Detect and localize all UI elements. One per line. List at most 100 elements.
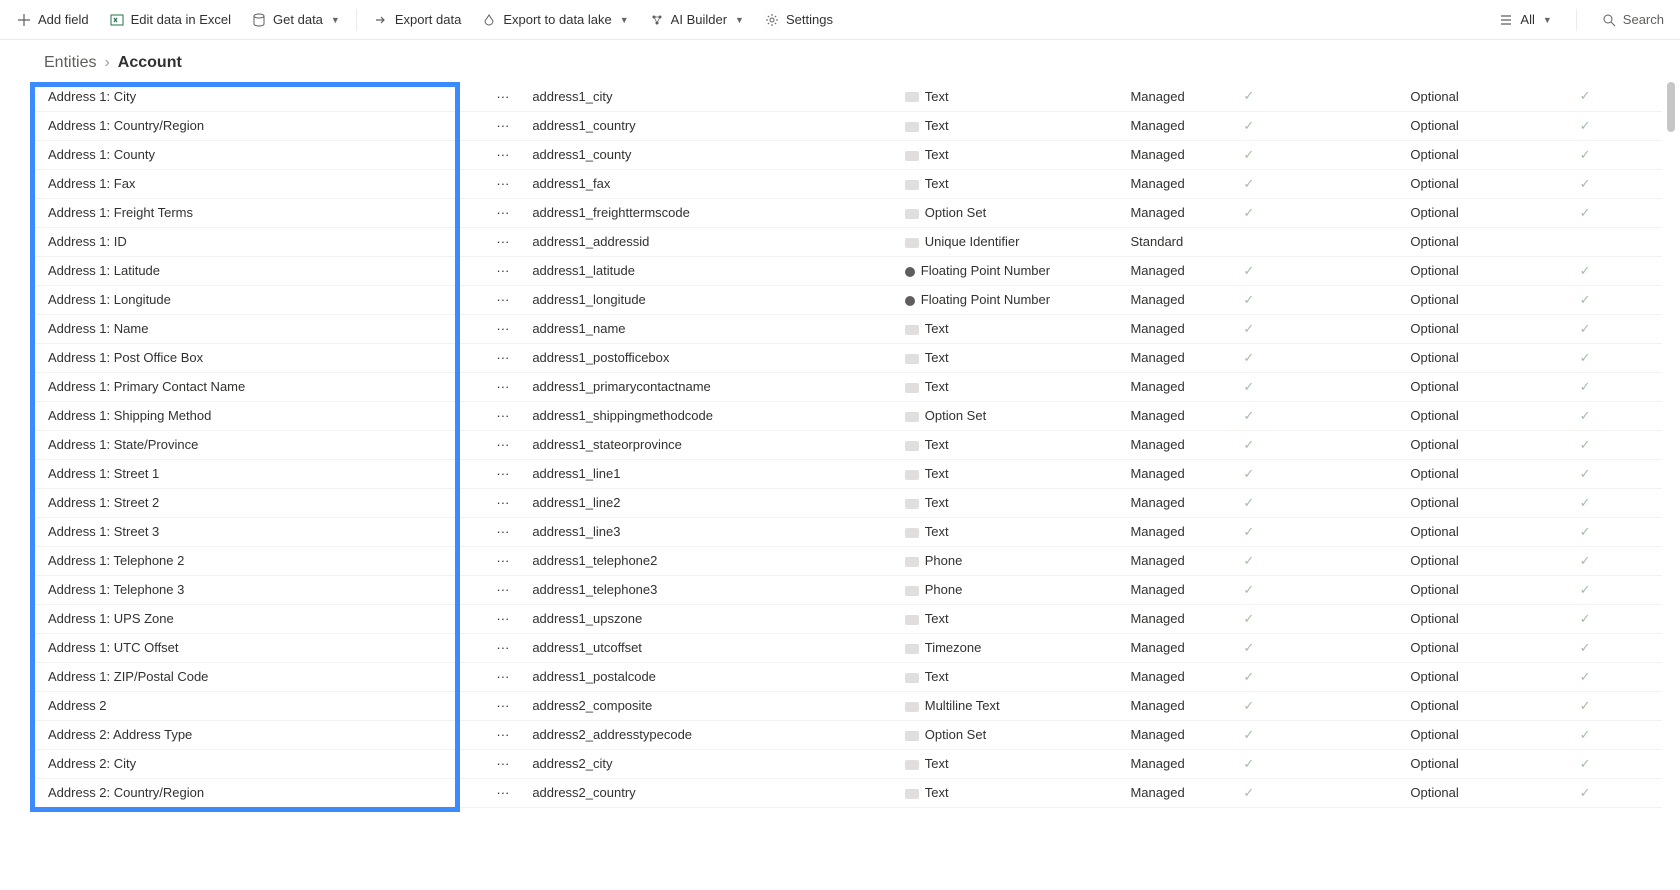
more-actions-button[interactable]: ···	[481, 227, 524, 256]
table-row[interactable]: Address 1: ID···address1_addressidUnique…	[30, 227, 1662, 256]
table-row[interactable]: Address 1: Name···address1_nameTextManag…	[30, 314, 1662, 343]
text-type-icon	[905, 92, 919, 102]
check-icon: ✓	[1580, 437, 1591, 452]
check-icon: ✓	[1580, 350, 1591, 365]
view-all-button[interactable]: All ▼	[1490, 8, 1559, 32]
customizable-check: ✓	[1235, 575, 1402, 604]
add-field-button[interactable]: Add field	[8, 8, 97, 32]
table-row[interactable]: Address 1: UTC Offset···address1_utcoffs…	[30, 633, 1662, 662]
more-actions-button[interactable]: ···	[481, 517, 524, 546]
table-row[interactable]: Address 2···address2_compositeMultiline …	[30, 691, 1662, 720]
table-row[interactable]: Address 1: State/Province···address1_sta…	[30, 430, 1662, 459]
more-actions-button[interactable]: ···	[481, 604, 524, 633]
search-input[interactable]: Search	[1593, 10, 1672, 30]
edit-excel-button[interactable]: Edit data in Excel	[101, 8, 239, 32]
field-required: Optional	[1402, 111, 1571, 140]
field-schema-name: address1_shippingmethodcode	[524, 401, 896, 430]
check-icon: ✓	[1580, 176, 1591, 191]
export-lake-button[interactable]: Export to data lake ▼	[473, 8, 636, 32]
customizable-check: ✓	[1235, 401, 1402, 430]
field-display-name: Address 2: Country/Region	[30, 778, 481, 807]
scroll-thumb[interactable]	[1667, 82, 1675, 132]
text-type-icon	[905, 470, 919, 480]
chevron-down-icon: ▼	[331, 15, 340, 25]
field-required: Optional	[1402, 256, 1571, 285]
more-actions-button[interactable]: ···	[481, 314, 524, 343]
table-row[interactable]: Address 2: Country/Region···address2_cou…	[30, 778, 1662, 807]
get-data-button[interactable]: Get data ▼	[243, 8, 348, 32]
more-actions-button[interactable]: ···	[481, 111, 524, 140]
more-actions-button[interactable]: ···	[481, 430, 524, 459]
more-actions-button[interactable]: ···	[481, 82, 524, 111]
field-managed-state: Managed	[1122, 401, 1235, 430]
more-actions-button[interactable]: ···	[481, 459, 524, 488]
field-managed-state: Managed	[1122, 256, 1235, 285]
table-row[interactable]: Address 1: Telephone 2···address1_teleph…	[30, 546, 1662, 575]
text-type-icon	[905, 499, 919, 509]
field-data-type: Unique Identifier	[897, 227, 1123, 256]
export-data-label: Export data	[395, 12, 462, 27]
table-row[interactable]: Address 1: UPS Zone···address1_upszoneTe…	[30, 604, 1662, 633]
table-row[interactable]: Address 1: Street 2···address1_line2Text…	[30, 488, 1662, 517]
more-actions-button[interactable]: ···	[481, 662, 524, 691]
searchable-check: ✓	[1572, 140, 1662, 169]
field-schema-name: address1_telephone2	[524, 546, 896, 575]
table-row[interactable]: Address 1: Street 1···address1_line1Text…	[30, 459, 1662, 488]
more-actions-button[interactable]: ···	[481, 488, 524, 517]
more-actions-button[interactable]: ···	[481, 778, 524, 807]
table-row[interactable]: Address 1: Post Office Box···address1_po…	[30, 343, 1662, 372]
check-icon: ✓	[1243, 756, 1254, 771]
field-data-type: Phone	[897, 575, 1123, 604]
field-display-name: Address 1: UTC Offset	[30, 633, 481, 662]
field-managed-state: Managed	[1122, 285, 1235, 314]
customizable-check: ✓	[1235, 285, 1402, 314]
more-actions-button[interactable]: ···	[481, 633, 524, 662]
more-actions-button[interactable]: ···	[481, 372, 524, 401]
table-row[interactable]: Address 1: Primary Contact Name···addres…	[30, 372, 1662, 401]
more-actions-button[interactable]: ···	[481, 343, 524, 372]
table-row[interactable]: Address 1: Longitude···address1_longitud…	[30, 285, 1662, 314]
breadcrumb-root[interactable]: Entities	[44, 54, 96, 72]
field-required: Optional	[1402, 82, 1571, 111]
table-row[interactable]: Address 1: Fax···address1_faxTextManaged…	[30, 169, 1662, 198]
settings-button[interactable]: Settings	[756, 8, 841, 32]
field-display-name: Address 1: Shipping Method	[30, 401, 481, 430]
field-required: Optional	[1402, 749, 1571, 778]
customizable-check: ✓	[1235, 169, 1402, 198]
more-actions-button[interactable]: ···	[481, 749, 524, 778]
text-type-icon	[905, 586, 919, 596]
more-actions-button[interactable]: ···	[481, 198, 524, 227]
table-row[interactable]: Address 1: County···address1_countyTextM…	[30, 140, 1662, 169]
table-row[interactable]: Address 2: Address Type···address2_addre…	[30, 720, 1662, 749]
more-actions-button[interactable]: ···	[481, 285, 524, 314]
check-icon: ✓	[1243, 176, 1254, 191]
field-required: Optional	[1402, 720, 1571, 749]
more-actions-button[interactable]: ···	[481, 169, 524, 198]
vertical-scrollbar[interactable]	[1664, 82, 1678, 808]
field-schema-name: address1_freighttermscode	[524, 198, 896, 227]
more-actions-button[interactable]: ···	[481, 575, 524, 604]
check-icon: ✓	[1243, 495, 1254, 510]
ai-builder-button[interactable]: AI Builder ▼	[641, 8, 752, 32]
table-row[interactable]: Address 1: Country/Region···address1_cou…	[30, 111, 1662, 140]
table-row[interactable]: Address 1: Freight Terms···address1_frei…	[30, 198, 1662, 227]
table-row[interactable]: Address 1: ZIP/Postal Code···address1_po…	[30, 662, 1662, 691]
table-row[interactable]: Address 1: Latitude···address1_latitudeF…	[30, 256, 1662, 285]
table-row[interactable]: Address 1: Shipping Method···address1_sh…	[30, 401, 1662, 430]
more-actions-button[interactable]: ···	[481, 546, 524, 575]
more-actions-button[interactable]: ···	[481, 401, 524, 430]
table-row[interactable]: Address 1: Street 3···address1_line3Text…	[30, 517, 1662, 546]
export-data-button[interactable]: Export data	[365, 8, 470, 32]
table-row[interactable]: Address 1: City···address1_cityTextManag…	[30, 82, 1662, 111]
more-actions-button[interactable]: ···	[481, 256, 524, 285]
check-icon: ✓	[1580, 582, 1591, 597]
more-actions-button[interactable]: ···	[481, 140, 524, 169]
more-actions-button[interactable]: ···	[481, 720, 524, 749]
fields-table: Address 1: City···address1_cityTextManag…	[30, 82, 1662, 808]
field-display-name: Address 1: UPS Zone	[30, 604, 481, 633]
searchable-check: ✓	[1572, 517, 1662, 546]
table-row[interactable]: Address 1: Telephone 3···address1_teleph…	[30, 575, 1662, 604]
check-icon: ✓	[1580, 292, 1591, 307]
table-row[interactable]: Address 2: City···address2_cityTextManag…	[30, 749, 1662, 778]
more-actions-button[interactable]: ···	[481, 691, 524, 720]
